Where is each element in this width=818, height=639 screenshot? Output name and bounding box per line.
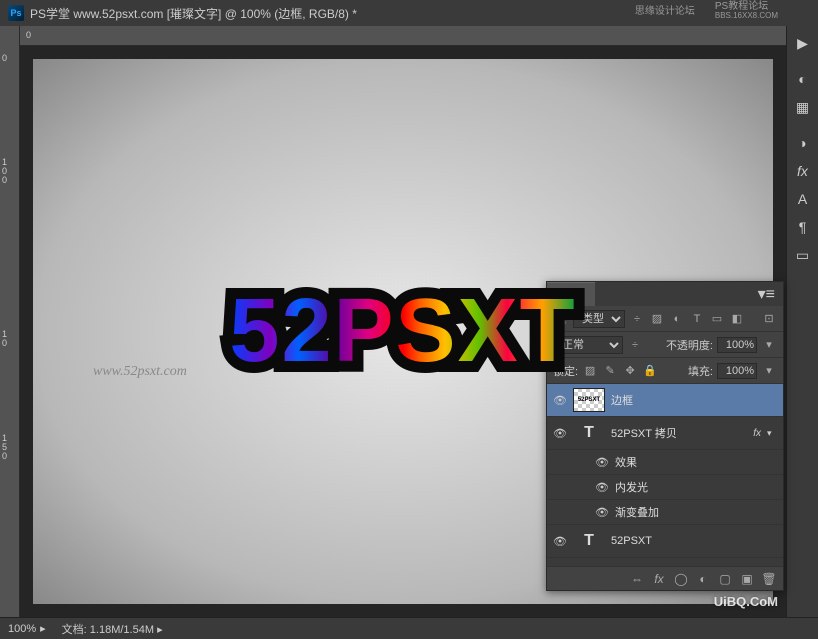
adjustment-icon[interactable]: ◐ <box>693 569 713 589</box>
filter-shape-icon[interactable]: ▭ <box>709 311 725 327</box>
doc-size-label: 文档: <box>62 624 87 636</box>
visibility-icon[interactable]: 👁 <box>595 456 609 469</box>
ps-logo-icon: Ps <box>8 5 24 21</box>
watermark-text: www.52psxt.com <box>93 364 187 380</box>
layer-item[interactable]: 👁 T 52PSXT <box>547 525 783 558</box>
layer-name: 边框 <box>611 392 633 408</box>
paragraph-icon[interactable]: ¶ <box>790 214 816 240</box>
filter-smart-icon[interactable]: ◧ <box>729 311 745 327</box>
opacity-input[interactable] <box>717 337 757 353</box>
layers-footer: ⇔ fx ◯ ◐ ▢ ▣ 🗑 <box>547 566 783 590</box>
expand-icon[interactable]: ▾ <box>767 428 777 439</box>
visibility-icon[interactable]: 👁 <box>595 506 609 519</box>
layer-item[interactable]: 👁 T 52PSXT 拷贝 fx ▾ <box>547 417 783 450</box>
new-layer-icon[interactable]: ▣ <box>737 569 757 589</box>
layer-name: 52PSXT <box>611 535 652 547</box>
filter-pixel-icon[interactable]: ▨ <box>649 311 665 327</box>
layer-thumbnail[interactable] <box>573 388 605 412</box>
blend-row: 正常 ÷ 不透明度: ▾ <box>547 332 783 358</box>
fill-label: 填充: <box>688 363 713 379</box>
visibility-icon[interactable]: 👁 <box>553 394 567 407</box>
visibility-icon[interactable]: 👁 <box>553 427 567 440</box>
main-artwork-text: 52PSXT 52PSXT <box>229 280 576 383</box>
lock-brush-icon[interactable]: ✎ <box>602 363 618 379</box>
filter-toggle-icon[interactable]: ⊡ <box>761 311 777 327</box>
panel-tabs: 图层 ▾≡ <box>547 282 783 306</box>
visibility-icon[interactable]: 👁 <box>595 481 609 494</box>
group-icon[interactable]: ▢ <box>715 569 735 589</box>
layer-name: 渐变叠加 <box>615 504 659 520</box>
filter-adjust-icon[interactable]: ◐ <box>669 311 685 327</box>
lock-transparent-icon[interactable]: ▨ <box>582 363 598 379</box>
ruler-horizontal: 0 <box>20 26 786 46</box>
zoom-value[interactable]: 100% <box>8 623 36 635</box>
play-icon[interactable]: ▶ <box>790 30 816 56</box>
lock-all-icon[interactable]: 🔒 <box>642 363 658 379</box>
mask-icon[interactable]: ◯ <box>671 569 691 589</box>
filter-kind-select[interactable]: 类型 <box>573 310 625 328</box>
photoshop-app: Ps PS学堂 www.52psxt.com [璀璨文字] @ 100% (边框… <box>0 0 818 639</box>
swatches-icon[interactable]: ▦ <box>790 94 816 120</box>
layer-effects-group[interactable]: 👁 效果 <box>547 450 783 475</box>
layer-item[interactable]: 👁 边框 <box>547 384 783 417</box>
layer-effect-item[interactable]: 👁 内发光 <box>547 475 783 500</box>
opacity-label: 不透明度: <box>666 337 713 353</box>
text-layer-icon: T <box>573 529 605 553</box>
layer-list: 👁 边框 👁 T 52PSXT 拷贝 fx ▾ 👁 效果 👁 <box>547 384 783 566</box>
chevron-down-icon: ÷ <box>627 337 643 353</box>
fill-chevron-icon[interactable]: ▾ <box>761 363 777 379</box>
filter-type-icon[interactable]: T <box>689 311 705 327</box>
layer-effect-item[interactable]: 👁 渐变叠加 <box>547 500 783 525</box>
panel-icon[interactable]: ▭ <box>790 242 816 268</box>
fx-icon[interactable]: fx <box>649 569 669 589</box>
delete-icon[interactable]: 🗑 <box>759 569 779 589</box>
lock-position-icon[interactable]: ✥ <box>622 363 638 379</box>
color-picker-icon[interactable]: ◐ <box>790 66 816 92</box>
layers-panel: 图层 ▾≡ 🔍 类型 ÷ ▨ ◐ T ▭ ◧ ⊡ 正常 ÷ <box>546 281 784 591</box>
filter-row: 🔍 类型 ÷ ▨ ◐ T ▭ ◧ ⊡ <box>547 306 783 332</box>
title-bar: Ps PS学堂 www.52psxt.com [璀璨文字] @ 100% (边框… <box>0 0 818 26</box>
text-layer-icon: T <box>573 421 605 445</box>
document-title: PS学堂 www.52psxt.com [璀璨文字] @ 100% (边框, R… <box>30 5 357 22</box>
doc-size-value: 1.18M/1.54M <box>90 624 154 636</box>
right-toolbar: ▶ ◐ ▦ ◑ fx A ¶ ▭ <box>786 26 818 617</box>
link-layers-icon[interactable]: ⇔ <box>627 569 647 589</box>
chevron-down-icon: ÷ <box>629 311 645 327</box>
panel-menu-icon[interactable]: ▾≡ <box>750 284 783 304</box>
ruler-vertical: 0 100 10 150 <box>0 26 20 617</box>
doc-chevron-icon[interactable]: ▸ <box>157 624 163 636</box>
opacity-chevron-icon[interactable]: ▾ <box>761 337 777 353</box>
character-icon[interactable]: A <box>790 186 816 212</box>
watermark-bottom-right: UiBQ.CoM <box>714 594 778 609</box>
status-bar: 100% ▸ 文档: 1.18M/1.54M ▸ <box>0 617 818 639</box>
fill-input[interactable] <box>717 363 757 379</box>
adjustments-icon[interactable]: ◑ <box>790 130 816 156</box>
fx-badge[interactable]: fx <box>753 428 761 439</box>
visibility-icon[interactable]: 👁 <box>553 535 567 548</box>
zoom-chevron-icon[interactable]: ▸ <box>40 622 46 635</box>
watermark-top: 思缘设计论坛 PS教程论坛 BBS.16XX8.COM <box>635 2 778 20</box>
styles-icon[interactable]: fx <box>790 158 816 184</box>
lock-row: 锁定: ▨ ✎ ✥ 🔒 填充: ▾ <box>547 358 783 384</box>
layer-name: 效果 <box>615 454 637 470</box>
layer-name: 内发光 <box>615 479 648 495</box>
layer-name: 52PSXT 拷贝 <box>611 425 677 441</box>
